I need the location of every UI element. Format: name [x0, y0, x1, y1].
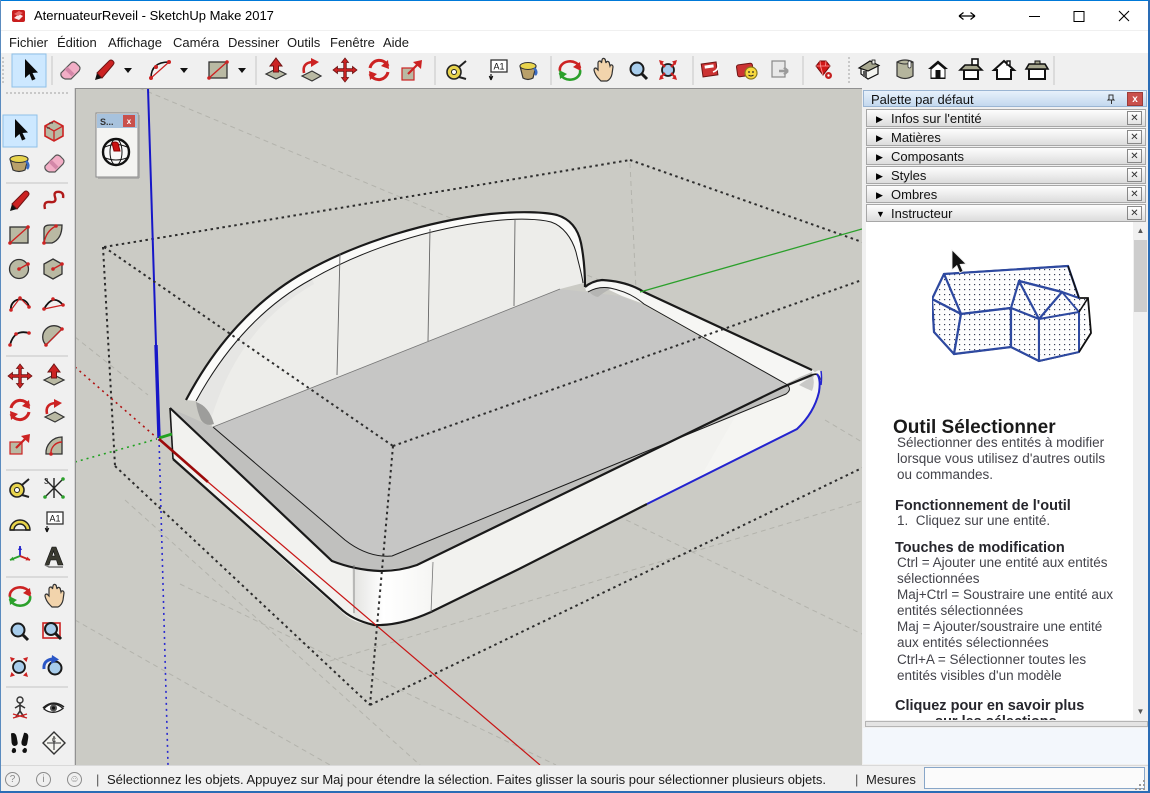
svg-text:A1: A1 — [49, 514, 60, 524]
svg-text:3: 3 — [44, 477, 49, 486]
svg-text:C: C — [52, 738, 57, 744]
svg-text:x: x — [127, 117, 132, 126]
svg-text:S...: S... — [100, 117, 114, 127]
svg-text:A1: A1 — [493, 62, 504, 72]
